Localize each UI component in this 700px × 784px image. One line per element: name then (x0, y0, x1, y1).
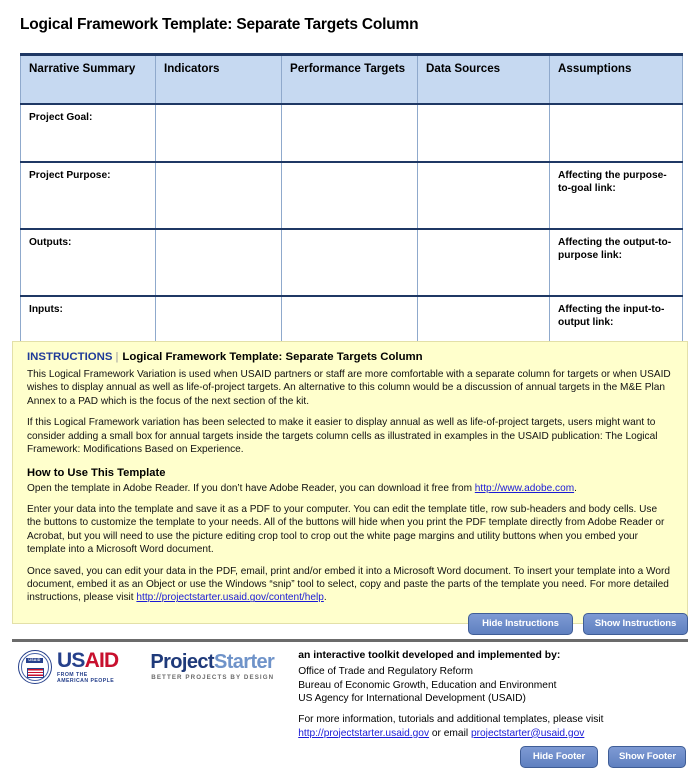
cell-narrative-outputs[interactable]: Outputs: (20, 229, 156, 297)
footer-office-line: Office of Trade and Regulatory Reform (298, 666, 474, 677)
page-title: Logical Framework Template: Separate Tar… (20, 16, 419, 33)
how-to-p3-text-before: Once saved, you can edit your data in th… (27, 565, 670, 604)
row-label-inputs: Inputs: (29, 304, 63, 315)
instructions-title: Logical Framework Template: Separate Tar… (122, 351, 423, 363)
adobe-reader-link[interactable]: http://www.adobe.com (475, 483, 574, 494)
usaid-logo: USAID USAID FROM THE AMERICAN PEOPLE (18, 649, 120, 684)
column-header-indicators: Indicators (155, 53, 282, 105)
usaid-word-aid: AID (84, 649, 120, 673)
row-label-project-goal: Project Goal: (29, 112, 93, 123)
row-label-outputs: Outputs: (29, 237, 72, 248)
instructions-button-group: Hide Instructions Show Instructions (468, 613, 688, 635)
hide-instructions-button[interactable]: Hide Instructions (468, 613, 573, 635)
cell-targets-outputs[interactable] (281, 229, 418, 297)
cell-assumptions-outputs[interactable]: Affecting the output-to-purpose link: (549, 229, 683, 297)
footer-divider (12, 639, 688, 642)
instructions-panel: INSTRUCTIONS | Logical Framework Template:… (12, 341, 688, 624)
cell-sources-outputs[interactable] (417, 229, 550, 297)
footer-logos: USAID USAID FROM THE AMERICAN PEOPLE Pro… (12, 648, 275, 684)
projectstarter-help-link[interactable]: http://projectstarter.usaid.gov/content/… (136, 592, 323, 603)
usaid-seal-stripes-icon (27, 667, 44, 678)
footer-contact-before: For more information, tutorials and addi… (298, 714, 604, 726)
how-to-heading: How to Use This Template (27, 466, 166, 479)
table-row: Project Purpose: Affecting the purpose-t… (20, 162, 683, 230)
table-header-row: Narrative Summary Indicators Performance… (20, 53, 683, 105)
footer: USAID USAID FROM THE AMERICAN PEOPLE Pro… (12, 648, 688, 740)
hide-footer-button[interactable]: Hide Footer (520, 746, 598, 768)
logframe-table: Narrative Summary Indicators Performance… (20, 53, 683, 365)
projectstarter-email-link[interactable]: projectstarter@usaid.gov (471, 728, 584, 739)
usaid-wordmark: USAID FROM THE AMERICAN PEOPLE (57, 649, 120, 684)
footer-contact-line: For more information, tutorials and addi… (298, 713, 688, 740)
show-instructions-button[interactable]: Show Instructions (583, 613, 688, 635)
cell-indicators-outputs[interactable] (155, 229, 282, 297)
footer-button-group: Hide Footer Show Footer (520, 746, 686, 768)
table-row: Project Goal: (20, 104, 683, 163)
cell-assumptions-goal[interactable] (549, 104, 683, 163)
footer-spacer (298, 706, 688, 713)
cell-targets-purpose[interactable] (281, 162, 418, 230)
usaid-seal-icon: USAID (18, 650, 52, 684)
projectstarter-tagline: BETTER PROJECTS BY DESIGN (151, 674, 275, 681)
logframe-table-container: Narrative Summary Indicators Performance… (20, 53, 683, 365)
column-header-performance-targets: Performance Targets (281, 53, 418, 105)
instructions-separator: | (115, 351, 119, 363)
table-row: Outputs: Affecting the output-to-purpose… (20, 229, 683, 297)
instructions-header: INSTRUCTIONS | Logical Framework Template:… (27, 351, 673, 363)
projectstarter-word-project: Project (150, 651, 214, 673)
usaid-tagline: FROM THE AMERICAN PEOPLE (57, 672, 115, 684)
instructions-paragraph-2: If this Logical Framework variation has … (27, 417, 658, 456)
cell-sources-purpose[interactable] (417, 162, 550, 230)
cell-indicators-purpose[interactable] (155, 162, 282, 230)
instructions-paragraph-1: This Logical Framework Variation is used… (27, 369, 671, 407)
footer-text-block: an interactive toolkit developed and imp… (298, 648, 688, 740)
how-to-paragraph-3: Once saved, you can edit your data in th… (27, 565, 673, 605)
column-header-assumptions: Assumptions (549, 53, 683, 105)
how-to-p3-text-after: . (323, 592, 327, 604)
usaid-word-us: US (57, 649, 85, 673)
how-to-paragraph-2: Enter your data into the template and sa… (27, 503, 665, 556)
projectstarter-logo: ProjectStarter BETTER PROJECTS BY DESIGN (150, 650, 274, 681)
cell-indicators-goal[interactable] (155, 104, 282, 163)
usaid-seal-wordmark: USAID (26, 658, 43, 663)
cell-targets-goal[interactable] (281, 104, 418, 163)
cell-assumptions-purpose[interactable]: Affecting the purpose-to-goal link: (549, 162, 683, 230)
how-to-paragraph-1: Open the template in Adobe Reader. If yo… (27, 482, 673, 495)
cell-sources-goal[interactable] (417, 104, 550, 163)
instructions-label: INSTRUCTIONS (27, 351, 113, 363)
how-to-p1-text-after: . (574, 482, 577, 494)
show-footer-button[interactable]: Show Footer (608, 746, 686, 768)
footer-bureau-line: Bureau of Economic Growth, Education and… (298, 679, 557, 691)
column-header-narrative-summary: Narrative Summary (20, 53, 156, 105)
footer-lead-line: an interactive toolkit developed and imp… (298, 650, 561, 661)
projectstarter-site-link[interactable]: http://projectstarter.usaid.gov (298, 728, 429, 739)
row-label-project-purpose: Project Purpose: (29, 170, 111, 181)
footer-agency-line: US Agency for International Development … (298, 693, 526, 705)
projectstarter-word-starter: Starter (213, 651, 275, 673)
column-header-data-sources: Data Sources (417, 53, 550, 105)
how-to-p1-text-before: Open the template in Adobe Reader. If yo… (27, 482, 475, 494)
cell-narrative-purpose[interactable]: Project Purpose: (20, 162, 156, 230)
footer-contact-middle: or email (429, 727, 471, 739)
cell-narrative-goal[interactable]: Project Goal: (20, 104, 156, 163)
